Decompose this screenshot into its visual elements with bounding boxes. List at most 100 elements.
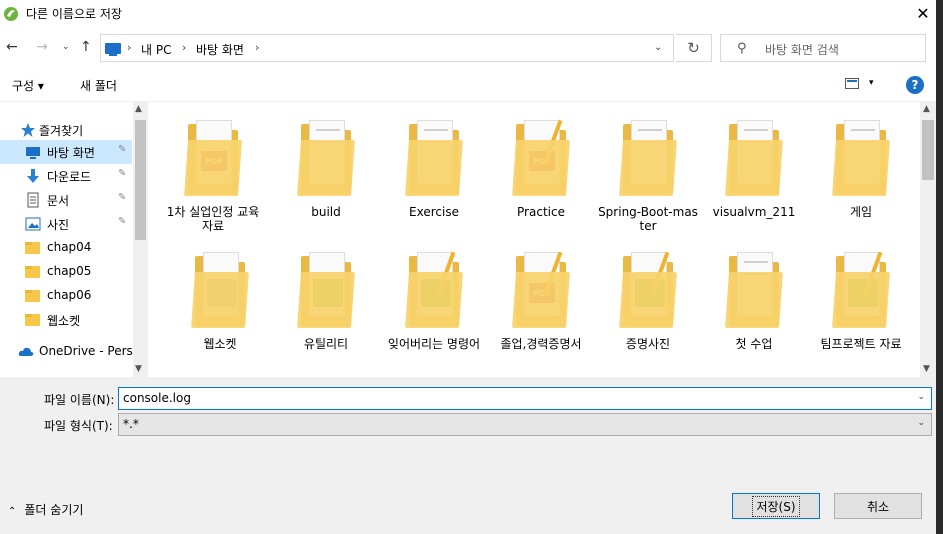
- save-form: 파일 이름(N): console.log ⌄ 파일 형식(T): *.* ⌄ …: [0, 377, 936, 534]
- folder-icon: [25, 264, 41, 280]
- scroll-down-arrow-icon[interactable]: ▼: [135, 364, 142, 374]
- address-dropdown-button[interactable]: ⌄: [654, 42, 662, 53]
- folder-icon: [25, 312, 41, 328]
- sidebar-item-label: 문서: [47, 194, 70, 208]
- hide-folders-button[interactable]: ⌃ 폴더 숨기기: [8, 501, 83, 518]
- folder-icon: [297, 118, 355, 198]
- cloud-icon: [18, 347, 34, 356]
- file-name: 졸업,경력증명서: [500, 337, 582, 351]
- address-bar[interactable]: › 내 PC › 바탕 화면 › ⌄: [100, 34, 674, 62]
- folder-image-icon: [405, 250, 463, 330]
- new-folder-button[interactable]: 새 폴더: [80, 77, 117, 94]
- file-item[interactable]: 팀프로젝트 자료: [811, 250, 911, 351]
- file-name: Exercise: [409, 205, 459, 219]
- file-item[interactable]: 잊어버리는 명령어: [384, 250, 484, 351]
- sidebar-item-downloads[interactable]: 다운로드 ✎: [0, 164, 132, 188]
- view-dropdown-button[interactable]: ▾: [869, 78, 874, 88]
- file-name: Practice: [517, 205, 565, 219]
- cancel-button[interactable]: 취소: [834, 493, 922, 519]
- desktop-icon: [26, 147, 40, 159]
- file-item[interactable]: 게임: [811, 118, 911, 219]
- search-input[interactable]: ⚲ 바탕 화면 검색: [720, 34, 926, 62]
- sidebar-item-quick-access[interactable]: 즐겨찾기: [0, 118, 132, 142]
- file-item[interactable]: 증명사진: [598, 250, 698, 351]
- pin-icon: ✎: [118, 144, 127, 155]
- document-icon: [27, 192, 39, 208]
- sidebar-item-label: 즐겨찾기: [39, 124, 84, 138]
- refresh-button[interactable]: ↻: [676, 34, 712, 62]
- file-item[interactable]: PDF 1차 실업인정 교육자료: [163, 118, 263, 233]
- file-item[interactable]: visualvm_211: [704, 118, 804, 219]
- download-icon: [27, 169, 39, 183]
- file-item[interactable]: 첫 수업: [704, 250, 804, 351]
- chevron-down-icon[interactable]: ⌄: [917, 418, 925, 428]
- pc-icon: [105, 43, 121, 56]
- filename-value: console.log: [123, 391, 191, 405]
- spring-app-icon: [4, 7, 18, 21]
- file-item[interactable]: PDF 졸업,경력증명서: [491, 250, 591, 351]
- folder-pdf-icon: PDF: [512, 118, 570, 198]
- scrollbar-thumb[interactable]: [922, 120, 934, 180]
- sidebar-item-label: 웹소켓: [47, 314, 81, 328]
- file-name: build: [311, 205, 341, 219]
- file-name: Spring-Boot-master: [598, 205, 698, 233]
- sidebar-item-label: OneDrive - Perso: [39, 344, 141, 358]
- sidebar-scrollbar[interactable]: ▲ ▼: [133, 102, 148, 377]
- sidebar-item-pictures[interactable]: 사진 ✎: [0, 212, 132, 236]
- sidebar-item-chap05[interactable]: chap05: [0, 260, 132, 284]
- file-list: PDF 1차 실업인정 교육자료 build Exercise PDF Prac…: [148, 102, 936, 377]
- sidebar-item-websocket[interactable]: 웹소켓: [0, 308, 132, 332]
- breadcrumb-this-pc[interactable]: 내 PC: [141, 41, 171, 58]
- recent-locations-button[interactable]: ⌄: [62, 42, 70, 52]
- file-item[interactable]: 웹소켓: [170, 250, 270, 351]
- pin-icon: ✎: [118, 168, 127, 179]
- breadcrumb-separator[interactable]: ›: [255, 41, 259, 54]
- up-button[interactable]: ↑: [80, 39, 92, 55]
- sidebar-item-label: chap04: [47, 240, 92, 254]
- save-button[interactable]: 저장(S): [732, 493, 820, 519]
- sidebar-item-label: chap05: [47, 264, 92, 278]
- title-bar: 다른 이름으로 저장 ✕: [0, 0, 936, 30]
- sidebar-item-chap06[interactable]: chap06: [0, 284, 132, 308]
- file-item[interactable]: build: [276, 118, 376, 219]
- file-item[interactable]: 유틸리티: [276, 250, 376, 351]
- hide-folders-label: 폴더 숨기기: [24, 503, 84, 517]
- sidebar-item-documents[interactable]: 문서 ✎: [0, 188, 132, 212]
- scroll-down-arrow-icon[interactable]: ▼: [923, 364, 930, 374]
- view-options-icon[interactable]: [845, 78, 859, 89]
- file-item[interactable]: Exercise: [384, 118, 484, 219]
- content-scrollbar[interactable]: ▲ ▼: [920, 102, 936, 377]
- background-window-edge: [936, 0, 943, 534]
- file-name: 증명사진: [625, 337, 671, 351]
- breadcrumb-separator[interactable]: ›: [182, 41, 186, 54]
- search-icon: ⚲: [737, 41, 747, 56]
- sidebar-item-label: 바탕 화면: [47, 146, 95, 160]
- breadcrumb-separator[interactable]: ›: [127, 41, 131, 54]
- sidebar-item-onedrive[interactable]: OneDrive - Perso: [0, 340, 140, 364]
- help-button[interactable]: ?: [906, 76, 924, 94]
- file-name: 팀프로젝트 자료: [820, 337, 902, 351]
- breadcrumb-desktop[interactable]: 바탕 화면: [196, 41, 244, 58]
- sidebar-item-desktop[interactable]: 바탕 화면 ✎: [0, 140, 132, 164]
- star-icon: [21, 123, 35, 137]
- forward-button[interactable]: →: [36, 39, 48, 55]
- folder-icon: [832, 118, 890, 198]
- folder-icon: [25, 288, 41, 304]
- file-name: visualvm_211: [712, 205, 796, 219]
- file-name: 유틸리티: [303, 337, 349, 351]
- file-item[interactable]: PDF Practice: [491, 118, 591, 219]
- file-item[interactable]: Spring-Boot-master: [598, 118, 698, 233]
- filename-field[interactable]: console.log ⌄: [118, 387, 932, 410]
- search-placeholder: 바탕 화면 검색: [765, 43, 839, 57]
- scrollbar-thumb[interactable]: [135, 120, 146, 240]
- scroll-up-arrow-icon[interactable]: ▲: [923, 104, 930, 114]
- sidebar-item-label: 다운로드: [47, 170, 92, 184]
- back-button[interactable]: ←: [6, 39, 18, 55]
- organize-menu-button[interactable]: 구성 ▾: [12, 77, 44, 94]
- folder-icon: [725, 250, 783, 330]
- filetype-select[interactable]: *.* ⌄: [118, 413, 932, 436]
- chevron-down-icon[interactable]: ⌄: [917, 392, 925, 402]
- sidebar-item-chap04[interactable]: chap04: [0, 236, 132, 260]
- folder-image-icon: [191, 250, 249, 330]
- scroll-up-arrow-icon[interactable]: ▲: [135, 104, 142, 114]
